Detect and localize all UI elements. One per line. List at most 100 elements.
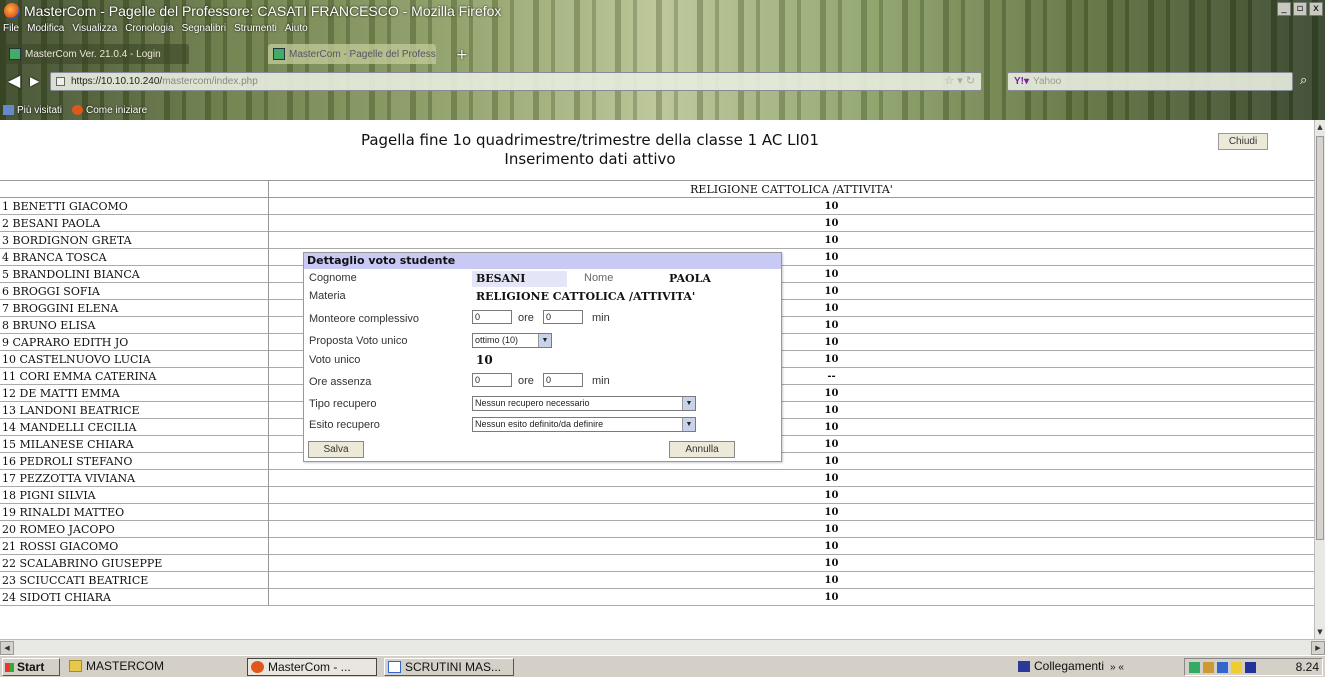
student-grade[interactable]: 10 bbox=[268, 538, 1314, 555]
student-name: 19 RINALDI MATTEO bbox=[2, 506, 125, 519]
table-row[interactable]: 21 ROSSI GIACOMO 10 bbox=[0, 538, 1314, 555]
scroll-right-icon[interactable]: ▶ bbox=[1311, 641, 1325, 655]
table-row[interactable]: 2 BESANI PAOLA 10 bbox=[0, 215, 1314, 232]
table-row[interactable]: 3 BORDIGNON GRETA 10 bbox=[0, 232, 1314, 249]
menu-visualizza[interactable]: Visualizza bbox=[72, 23, 117, 39]
min-unit-label: min bbox=[592, 312, 610, 324]
student-name: 7 BROGGINI ELENA bbox=[2, 302, 119, 315]
student-name: 11 CORI EMMA CATERINA bbox=[2, 370, 157, 383]
student-grade[interactable]: 10 bbox=[268, 521, 1314, 538]
expand-icon[interactable]: » « bbox=[1110, 662, 1124, 673]
monteore-label: Monteore complessivo bbox=[309, 313, 420, 325]
monteore-ore-input[interactable]: 0 bbox=[472, 310, 512, 324]
student-grade[interactable]: 10 bbox=[268, 589, 1314, 606]
esito-recupero-label: Esito recupero bbox=[309, 419, 380, 431]
volume-icon[interactable] bbox=[1203, 662, 1214, 673]
bookmark-star-icon[interactable]: ☆ ▾ ↻ bbox=[944, 73, 975, 90]
minimize-button[interactable]: _ bbox=[1277, 2, 1291, 16]
tipo-recupero-select[interactable]: Nessun recupero necessario ▼ bbox=[472, 396, 696, 411]
student-grade[interactable]: 10 bbox=[268, 555, 1314, 572]
student-grade[interactable]: 10 bbox=[268, 198, 1314, 215]
student-grade[interactable]: 10 bbox=[268, 470, 1314, 487]
tipo-recupero-value: Nessun recupero necessario bbox=[475, 398, 590, 408]
table-row[interactable]: 20 ROMEO JACOPO 10 bbox=[0, 521, 1314, 538]
table-row[interactable]: 19 RINALDI MATTEO 10 bbox=[0, 504, 1314, 521]
table-row[interactable]: 24 SIDOTI CHIARA 10 bbox=[0, 589, 1314, 606]
antivirus-icon[interactable] bbox=[1217, 662, 1228, 673]
student-grade[interactable]: 10 bbox=[268, 232, 1314, 249]
ore-unit-label: ore bbox=[518, 312, 534, 324]
close-window-button[interactable]: x bbox=[1309, 2, 1323, 16]
firefox-bookmark-icon bbox=[72, 105, 84, 115]
student-name: 6 BROGGI SOFIA bbox=[2, 285, 100, 298]
search-bar[interactable]: Y!▾ Yahoo bbox=[1007, 72, 1293, 91]
bookmark-piu-visitati[interactable]: Più visitati bbox=[3, 105, 62, 116]
forward-icon[interactable]: ▶ bbox=[30, 74, 39, 88]
materia-value: RELIGIONE CATTOLICA /ATTIVITA' bbox=[476, 290, 696, 303]
table-row[interactable]: 17 PEZZOTTA VIVIANA 10 bbox=[0, 470, 1314, 487]
bookmarks-bar: Più visitati Come iniziare bbox=[0, 101, 147, 119]
table-row[interactable]: 18 PIGNI SILVIA 10 bbox=[0, 487, 1314, 504]
menu-cronologia[interactable]: Cronologia bbox=[125, 23, 173, 39]
update-icon[interactable] bbox=[1231, 662, 1242, 673]
close-button[interactable]: Chiudi bbox=[1218, 133, 1268, 150]
tab-login[interactable]: MasterCom Ver. 21.0.4 - Login bbox=[4, 44, 189, 64]
chevron-down-icon: ▼ bbox=[682, 397, 695, 410]
assenza-ore-input[interactable]: 0 bbox=[472, 373, 512, 387]
monteore-min-input[interactable]: 0 bbox=[543, 310, 583, 324]
student-grade[interactable]: 10 bbox=[268, 504, 1314, 521]
menu-bar: File Modifica Visualizza Cronologia Segn… bbox=[0, 23, 308, 39]
mastercom-icon bbox=[273, 48, 285, 60]
maximize-button[interactable]: ▫ bbox=[1293, 2, 1307, 16]
task-mastercom-firefox[interactable]: MasterCom - ... bbox=[247, 658, 377, 676]
vertical-scrollbar[interactable]: ▲ ▼ bbox=[1314, 120, 1325, 639]
menu-file[interactable]: File bbox=[3, 23, 19, 39]
scroll-left-icon[interactable]: ◀ bbox=[0, 641, 14, 655]
tab-bar: MasterCom Ver. 21.0.4 - Login MasterCom … bbox=[0, 44, 1325, 68]
back-icon[interactable]: ◀ bbox=[8, 71, 20, 90]
menu-strumenti[interactable]: Strumenti bbox=[234, 23, 277, 39]
cancel-button[interactable]: Annulla bbox=[669, 441, 735, 458]
student-grade[interactable]: 10 bbox=[268, 215, 1314, 232]
menu-modifica[interactable]: Modifica bbox=[27, 23, 64, 39]
student-name: 18 PIGNI SILVIA bbox=[2, 489, 96, 502]
display-icon[interactable] bbox=[1245, 662, 1256, 673]
student-name: 22 SCALABRINO GIUSEPPE bbox=[2, 557, 163, 570]
student-grade[interactable]: 10 bbox=[268, 487, 1314, 504]
task-mastercom-folder[interactable]: MASTERCOM bbox=[66, 658, 196, 676]
menu-segnalibri[interactable]: Segnalibri bbox=[182, 23, 226, 39]
assenza-min-input[interactable]: 0 bbox=[543, 373, 583, 387]
esito-recupero-select[interactable]: Nessun esito definito/da definire ▼ bbox=[472, 417, 696, 432]
links-label: Collegamenti bbox=[1034, 659, 1105, 673]
scroll-thumb[interactable] bbox=[1316, 136, 1324, 540]
menu-aiuto[interactable]: Aiuto bbox=[285, 23, 308, 39]
scroll-up-icon[interactable]: ▲ bbox=[1315, 120, 1325, 134]
folder-icon bbox=[3, 105, 14, 115]
student-grade[interactable]: 10 bbox=[268, 572, 1314, 589]
scroll-down-icon[interactable]: ▼ bbox=[1315, 625, 1325, 639]
student-name: 24 SIDOTI CHIARA bbox=[2, 591, 111, 604]
horizontal-scrollbar[interactable]: ◀ ▶ bbox=[0, 639, 1325, 655]
proposta-select[interactable]: ottimo (10) ▼ bbox=[472, 333, 552, 348]
table-row[interactable]: 1 BENETTI GIACOMO 10 bbox=[0, 198, 1314, 215]
table-row[interactable]: 23 SCIUCCATI BEATRICE 10 bbox=[0, 572, 1314, 589]
student-name: 9 CAPRARO EDITH JO bbox=[2, 336, 129, 349]
student-name: 2 BESANI PAOLA bbox=[2, 217, 101, 230]
tab-label: MasterCom - Pagelle del Professore bbox=[289, 48, 436, 60]
new-tab-icon[interactable]: + bbox=[456, 47, 468, 63]
save-button[interactable]: Salva bbox=[308, 441, 364, 458]
task-scrutini[interactable]: SCRUTINI MAS... bbox=[384, 658, 514, 676]
table-row[interactable]: 22 SCALABRINO GIUSEPPE 10 bbox=[0, 555, 1314, 572]
links-icon bbox=[1018, 661, 1030, 672]
links-toolbar[interactable]: Collegamenti » « bbox=[1018, 658, 1124, 676]
url-bar[interactable]: https://10.10.10.240/mastercom/index.php… bbox=[50, 72, 982, 91]
search-icon[interactable]: ⌕ bbox=[1300, 73, 1307, 88]
start-button[interactable]: Start bbox=[2, 658, 60, 676]
network-icon[interactable] bbox=[1189, 662, 1200, 673]
student-name: 13 LANDONI BEATRICE bbox=[2, 404, 140, 417]
bookmark-come-iniziare[interactable]: Come iniziare bbox=[72, 105, 147, 116]
cognome-value: BESANI bbox=[476, 272, 526, 285]
url-path: mastercom/index.php bbox=[162, 76, 258, 87]
url-host: https://10.10.10.240/ bbox=[71, 76, 163, 87]
tab-pagelle[interactable]: MasterCom - Pagelle del Professore ✕ bbox=[268, 44, 436, 64]
